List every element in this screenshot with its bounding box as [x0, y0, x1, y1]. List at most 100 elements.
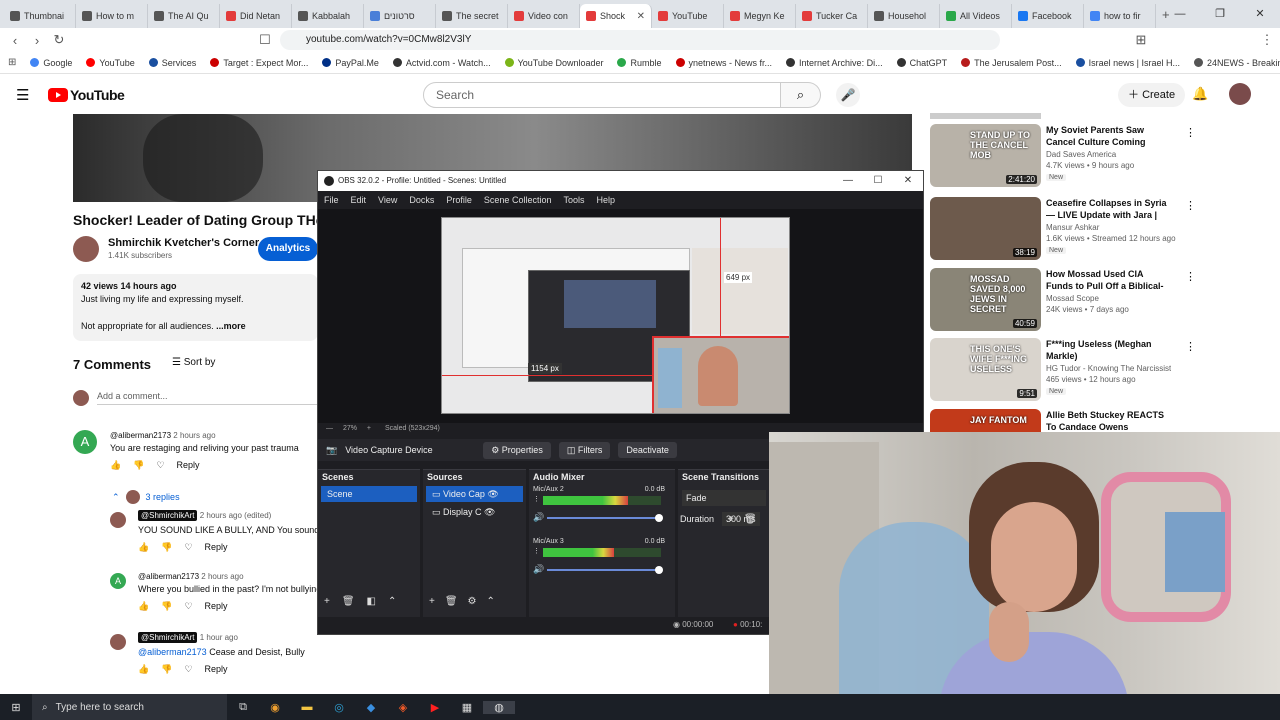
- obs-preview[interactable]: 1154 px 649 px: [318, 209, 923, 423]
- browser-tab[interactable]: how to fir: [1084, 4, 1156, 28]
- replies-toggle[interactable]: ⌃ 3 replies: [112, 490, 180, 504]
- comment-mention[interactable]: @aliberman2173: [138, 647, 207, 657]
- heart-icon[interactable]: ♡: [184, 541, 192, 553]
- browser-tab[interactable]: Facebook: [1012, 4, 1084, 28]
- recommendation-title[interactable]: F***ing Useless (Meghan Markle): [1046, 338, 1171, 362]
- notifications-bell-icon[interactable]: 🔔: [1192, 86, 1208, 102]
- user-avatar[interactable]: [1229, 83, 1251, 105]
- commenter-avatar[interactable]: A: [110, 573, 126, 589]
- like-icon[interactable]: 👍: [138, 663, 149, 675]
- recommendation-item[interactable]: JAY FANTOM Allie Beth Stuckey REACTS To …: [930, 409, 1185, 433]
- bookmark-icon[interactable]: ☐: [254, 32, 276, 48]
- like-icon[interactable]: 👍: [110, 459, 121, 471]
- apps-icon[interactable]: ⊞: [8, 57, 16, 68]
- volume-slider-handle[interactable]: [655, 566, 663, 574]
- add-transition-icon[interactable]: +: [728, 514, 734, 525]
- dislike-icon[interactable]: 👎: [161, 600, 172, 612]
- bookmark-item[interactable]: ynetnews - News fr...: [675, 58, 772, 68]
- browser-tab[interactable]: Did Netan: [220, 4, 292, 28]
- search-input[interactable]: Search: [423, 82, 781, 108]
- recommendation-item[interactable]: 38:19 Ceasefire Collapses in Syria — LIV…: [930, 197, 1196, 263]
- obs-app-icon[interactable]: ◍: [483, 700, 515, 714]
- sort-by-button[interactable]: ☰ Sort by: [172, 357, 215, 368]
- commenter-avatar[interactable]: [110, 512, 126, 528]
- browser-tab[interactable]: YouTube: [652, 4, 724, 28]
- browser-tab[interactable]: The secret: [436, 4, 508, 28]
- comment-author[interactable]: @aliberman2173: [110, 431, 171, 440]
- remove-transition-icon[interactable]: 🗑: [744, 514, 757, 525]
- recommendation-item[interactable]: THIS ONE'S WIFE F***ING USELESS 9:51 F**…: [930, 338, 1196, 404]
- bookmark-item[interactable]: Services: [148, 58, 196, 68]
- comment-author[interactable]: @ShmirchikArt: [138, 632, 198, 643]
- heart-icon[interactable]: ♡: [184, 663, 192, 675]
- youtube-logo[interactable]: YouTube: [48, 87, 125, 103]
- close-tab-icon[interactable]: ✕: [637, 11, 645, 22]
- file-explorer-icon[interactable]: ▬: [291, 701, 323, 713]
- bookmark-item[interactable]: PayPal.Me: [322, 58, 379, 68]
- recommendation-thumbnail[interactable]: JAY FANTOM: [930, 409, 1041, 433]
- visibility-eye-icon[interactable]: 👁: [487, 489, 498, 499]
- obs-close-button[interactable]: ✕: [893, 171, 923, 191]
- comment-author[interactable]: @ShmirchikArt: [138, 510, 198, 521]
- bookmark-item[interactable]: YouTube: [86, 58, 135, 68]
- reply-button[interactable]: Reply: [205, 541, 228, 553]
- more-options-icon[interactable]: ⋮: [1185, 126, 1196, 139]
- obs-menu-item[interactable]: View: [378, 191, 397, 209]
- like-icon[interactable]: 👍: [138, 541, 149, 553]
- reply-button[interactable]: Reply: [177, 459, 200, 471]
- source-item-display-capture[interactable]: ▭ Display C 👁: [426, 504, 523, 520]
- heart-icon[interactable]: ♡: [184, 600, 192, 612]
- browser-tab[interactable]: סרטונים: [364, 4, 436, 28]
- create-button[interactable]: ＋ Create: [1118, 83, 1186, 107]
- dislike-icon[interactable]: 👎: [161, 541, 172, 553]
- browser-tab[interactable]: How to m: [76, 4, 148, 28]
- bookmark-item[interactable]: YouTube Downloader: [504, 58, 603, 68]
- more-options-icon[interactable]: ⋮: [1185, 340, 1196, 353]
- browser-tab[interactable]: All Videos: [940, 4, 1012, 28]
- recommendation-item[interactable]: MOSSAD SAVED 8,000 JEWS IN SECRET 40:59 …: [930, 268, 1196, 334]
- bookmark-item[interactable]: Internet Archive: Di...: [786, 58, 883, 68]
- channel-menu-icon[interactable]: ⋮: [533, 547, 540, 555]
- recommendation-title[interactable]: How Mossad Used CIA Funds to Pull Off a …: [1046, 268, 1171, 292]
- channel-avatar[interactable]: [73, 236, 99, 262]
- recommendation-thumbnail[interactable]: 38:19: [930, 197, 1041, 260]
- reply-button[interactable]: Reply: [205, 600, 228, 612]
- add-source-icon[interactable]: +: [429, 596, 435, 607]
- commenter-avatar[interactable]: [110, 634, 126, 650]
- zoom-out-icon[interactable]: —: [326, 425, 333, 432]
- brave-icon[interactable]: ◈: [387, 701, 419, 714]
- recommendation-item[interactable]: STAND UP TO THE CANCEL MOB 2:41:20 My So…: [930, 124, 1196, 190]
- obs-menu-item[interactable]: Scene Collection: [484, 191, 552, 209]
- task-view-icon[interactable]: ⧉: [227, 701, 259, 714]
- properties-button[interactable]: ⚙ Properties: [483, 441, 551, 459]
- analytics-button[interactable]: Analytics: [258, 237, 318, 261]
- obs-menu-item[interactable]: File: [324, 191, 339, 209]
- recommendation-channel[interactable]: Dad Saves America: [1046, 150, 1171, 159]
- source-item-video-capture[interactable]: ▭ Video Cap 👁: [426, 486, 523, 502]
- description-box[interactable]: 42 views 14 hours ago Just living my lif…: [73, 274, 318, 341]
- bookmark-item[interactable]: The Jerusalem Post...: [961, 58, 1062, 68]
- source-settings-icon[interactable]: ⚙: [468, 596, 477, 607]
- more-options-icon[interactable]: ⋮: [1185, 199, 1196, 212]
- forward-icon[interactable]: ›: [26, 33, 48, 48]
- url-field[interactable]: youtube.com/watch?v=0CMw8l2V3lY: [280, 30, 1000, 50]
- move-up-icon[interactable]: ⌃: [487, 596, 495, 607]
- add-scene-icon[interactable]: +: [324, 596, 330, 607]
- extensions-icon[interactable]: ⊞: [1130, 32, 1152, 48]
- browser-tab[interactable]: Househol: [868, 4, 940, 28]
- browser-tab[interactable]: Kabbalah: [292, 4, 364, 28]
- browser-tab[interactable]: Tucker Ca: [796, 4, 868, 28]
- app-icon-1[interactable]: ◉: [259, 701, 291, 714]
- comment-author[interactable]: @aliberman2173: [138, 572, 199, 581]
- obs-menu-item[interactable]: Help: [596, 191, 615, 209]
- bookmark-item[interactable]: Target : Expect Mor...: [210, 58, 308, 68]
- youtube-app-icon[interactable]: ▶: [419, 701, 451, 714]
- windows-start-icon[interactable]: ⊞: [0, 701, 32, 714]
- back-icon[interactable]: ‹: [4, 33, 26, 48]
- heart-icon[interactable]: ♡: [156, 459, 164, 471]
- minimize-button[interactable]: —: [1160, 0, 1200, 28]
- bookmark-item[interactable]: Google: [30, 58, 72, 68]
- channel-name[interactable]: Shmirchik Kvetcher's Corner: [108, 237, 259, 249]
- hamburger-menu-icon[interactable]: ☰: [16, 86, 29, 104]
- calculator-icon[interactable]: ▦: [451, 701, 483, 714]
